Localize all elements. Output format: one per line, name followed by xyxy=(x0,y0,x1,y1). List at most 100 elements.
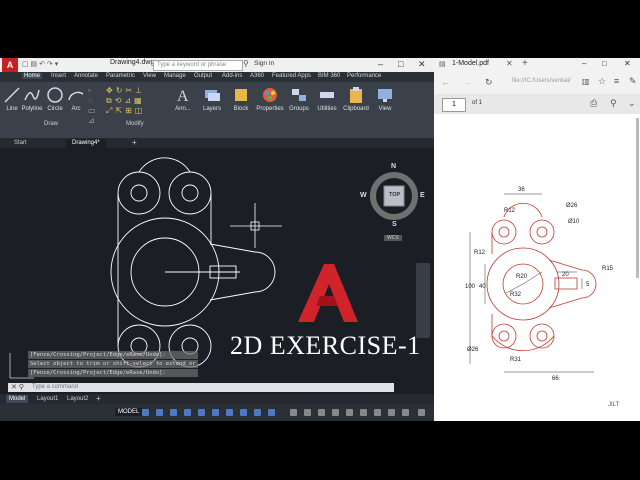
close-icon[interactable]: ✕ xyxy=(418,59,426,70)
quick-access-icons[interactable]: ▢ ▤ ↶ ↷ ▾ xyxy=(22,60,58,68)
annotation-scale-icon[interactable] xyxy=(290,409,297,416)
customization-menu-icon[interactable] xyxy=(418,409,425,416)
new-tab-plus-icon[interactable]: + xyxy=(132,138,137,147)
selection-cycling-icon[interactable] xyxy=(254,409,261,416)
hardware-acceleration-icon[interactable] xyxy=(388,409,395,416)
ribbon-tab-annotate[interactable]: Annotate xyxy=(74,73,98,79)
page-number-input[interactable]: 1 xyxy=(442,98,466,112)
layers-button[interactable]: Layers xyxy=(200,86,224,112)
pdf-slot xyxy=(554,277,578,290)
ribbon-tab-home[interactable]: Home xyxy=(22,73,43,79)
chevron-down-icon[interactable]: ⌄ xyxy=(628,98,636,109)
ribbon-tab-bim360[interactable]: BIM 360 xyxy=(318,73,340,79)
polar-toggle-icon[interactable] xyxy=(184,409,191,416)
maximize-icon[interactable]: □ xyxy=(602,59,607,68)
ribbon-tab-manage[interactable]: Manage xyxy=(164,73,186,79)
osnap-toggle-icon[interactable] xyxy=(198,409,205,416)
model-space-button[interactable]: MODEL xyxy=(115,408,143,416)
layout1-tab[interactable]: Layout1 xyxy=(34,395,61,403)
block-icon xyxy=(235,89,247,101)
modify-tools-grid[interactable]: ✥↻✂⊥ ⧉⟲⊿▦ ⤢⇱⊞◫ xyxy=(106,86,168,126)
utilities-button[interactable]: Utilities xyxy=(316,86,338,112)
ribbon-tab-output[interactable]: Output xyxy=(194,73,212,79)
back-arrow-icon[interactable]: ← xyxy=(441,77,450,87)
pdf-search-icon[interactable]: ⚲ xyxy=(610,98,617,109)
new-tab-plus-icon[interactable]: + xyxy=(522,58,528,69)
circle-icon xyxy=(47,87,63,103)
polyline-tool-label: Polyline xyxy=(21,106,43,112)
wcs-menu[interactable]: WCS xyxy=(384,235,402,241)
ribbon-tab-addins[interactable]: Add-ins xyxy=(222,73,242,79)
properties-button[interactable]: Properties xyxy=(256,86,284,112)
transparency-toggle-icon[interactable] xyxy=(240,409,247,416)
compass-west[interactable]: W xyxy=(360,192,367,199)
pdf-scrollbar[interactable] xyxy=(636,118,639,278)
model-layout-tab[interactable]: Model xyxy=(6,395,29,403)
quick-properties-icon[interactable] xyxy=(346,409,353,416)
command-prompt-icon[interactable]: ✕ ⚲ xyxy=(11,383,24,391)
annotation-monitor-icon[interactable] xyxy=(318,409,325,416)
layout2-tab[interactable]: Layout2 xyxy=(64,395,91,403)
ribbon-tab-view[interactable]: View xyxy=(143,73,156,79)
minimize-icon[interactable]: – xyxy=(582,59,586,68)
refresh-icon[interactable]: ↻ xyxy=(485,77,493,88)
ortho-toggle-icon[interactable] xyxy=(170,409,177,416)
clean-screen-icon[interactable] xyxy=(402,409,409,416)
ribbon-tab-featured-apps[interactable]: Featured Apps xyxy=(272,73,311,79)
reading-view-icon[interactable]: ▥ xyxy=(582,77,590,86)
keyword-search-input[interactable]: Type a keyword or phrase xyxy=(153,60,243,71)
navigation-bar[interactable] xyxy=(416,263,430,338)
start-tab[interactable]: Start xyxy=(8,139,33,148)
search-icon[interactable]: ⚲ xyxy=(243,59,249,68)
add-layout-plus-icon[interactable]: + xyxy=(96,394,101,403)
viewcube-top-face[interactable]: TOP xyxy=(389,192,400,198)
pdf-tab-title[interactable]: 1-Model.pdf xyxy=(452,60,489,67)
units-icon[interactable] xyxy=(332,409,339,416)
command-line-input[interactable]: Type a command xyxy=(8,383,394,392)
view-button[interactable]: View xyxy=(375,86,395,112)
compass-south[interactable]: S xyxy=(392,221,397,228)
annotation-button[interactable]: A Ann... xyxy=(172,86,194,112)
lock-ui-icon[interactable] xyxy=(360,409,367,416)
hub-icon[interactable]: ≡ xyxy=(614,76,619,86)
snap-toggle-icon[interactable] xyxy=(156,409,163,416)
close-icon[interactable]: ✕ xyxy=(624,59,631,68)
otrack-toggle-icon[interactable] xyxy=(212,409,219,416)
draw-small-tools[interactable]: ▫ ◌ ▭ ⊿ xyxy=(88,86,104,126)
line-tool-button[interactable]: Line xyxy=(3,86,21,112)
groups-button[interactable]: Groups xyxy=(288,86,310,112)
polyline-tool-button[interactable]: Polyline xyxy=(21,86,43,112)
pdf-page[interactable]: 36 R12 Ø26 Ø10 R12 R20 20 R15 100 40 5 R… xyxy=(434,114,640,421)
grid-toggle-icon[interactable] xyxy=(142,409,149,416)
lineweight-toggle-icon[interactable] xyxy=(226,409,233,416)
circle-tool-button[interactable]: Circle xyxy=(45,86,65,112)
maximize-icon[interactable]: □ xyxy=(398,59,403,69)
ribbon-tab-insert[interactable]: Insert xyxy=(51,73,66,79)
ribbon-tab-parametric[interactable]: Parametric xyxy=(106,73,135,79)
print-icon[interactable]: ⎙ xyxy=(590,98,597,109)
3d-osnap-icon[interactable] xyxy=(268,409,275,416)
sign-in-button[interactable]: Sign In xyxy=(254,60,274,67)
address-bar[interactable]: file:///C:/Users/venkat/ xyxy=(512,78,571,84)
close-tab-icon[interactable]: ✕ xyxy=(506,59,513,68)
compass-north[interactable]: N xyxy=(391,163,396,170)
notes-icon[interactable]: ✎ xyxy=(629,76,637,87)
autocad-app-icon[interactable]: A xyxy=(2,58,18,72)
compass-east[interactable]: E xyxy=(420,192,425,199)
workspace-gear-icon[interactable] xyxy=(304,409,311,416)
dim-r12-top: R12 xyxy=(504,208,516,214)
viewcube[interactable]: TOP N S E W xyxy=(360,163,425,228)
ribbon-tab-performance[interactable]: Performance xyxy=(347,73,381,79)
modify-group-label[interactable]: Modify xyxy=(126,121,144,127)
block-button[interactable]: Block xyxy=(230,86,252,112)
arc-tool-button[interactable]: Arc xyxy=(67,86,85,112)
minimize-icon[interactable]: – xyxy=(378,59,383,69)
forward-arrow-icon[interactable]: → xyxy=(463,77,472,87)
cad-top-left-hole xyxy=(130,184,148,202)
ribbon-tab-a360[interactable]: A360 xyxy=(250,73,264,79)
draw-group-label[interactable]: Draw xyxy=(44,121,58,127)
drawing-tab[interactable]: Drawing4* xyxy=(66,139,106,148)
favorite-star-icon[interactable]: ☆ xyxy=(598,76,606,87)
clipboard-button[interactable]: Clipboard xyxy=(343,86,369,112)
isolate-objects-icon[interactable] xyxy=(374,409,381,416)
